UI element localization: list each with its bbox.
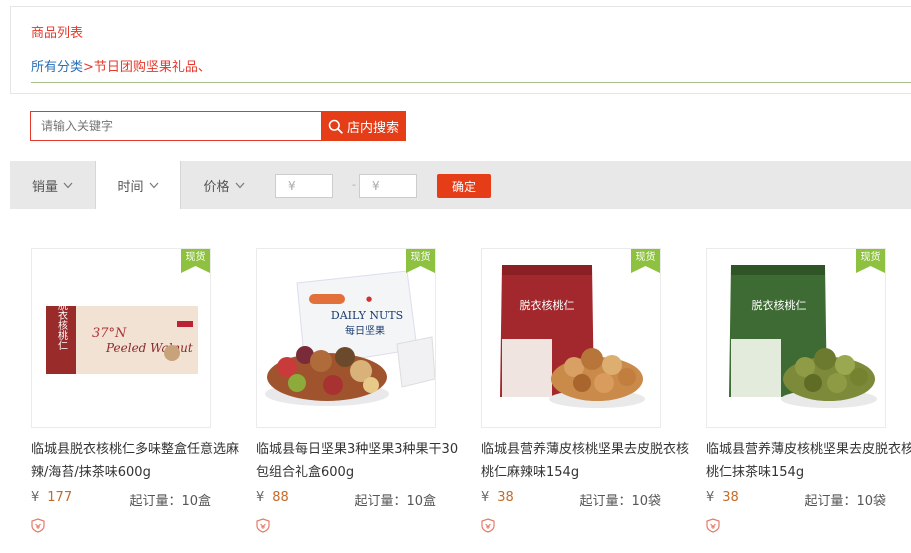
daily-nuts-illustration: ● DAILY NUTS 每日坚果 xyxy=(265,270,435,406)
svg-text:现货: 现货 xyxy=(861,250,881,263)
max-price-input[interactable]: ¥ xyxy=(359,174,417,198)
shield-icon xyxy=(31,518,45,533)
page-header: 商品列表 所有分类>节日团购坚果礼品、 xyxy=(10,6,911,94)
product-card[interactable]: 脱衣核桃仁 现货 临城县营养薄皮核桃坚果去皮脱衣核桃仁抹茶味154g ¥38 起… xyxy=(706,248,911,537)
breadcrumb-all-categories[interactable]: 所有分类 xyxy=(31,60,83,75)
product-name[interactable]: 临城县营养薄皮核桃坚果去皮脱衣核桃仁麻辣味154g xyxy=(481,438,691,484)
box-text-cn: 每日坚果 xyxy=(345,324,385,337)
breadcrumb-current-category[interactable]: 节日团购坚果礼品、 xyxy=(94,60,211,75)
min-price-input[interactable]: ¥ xyxy=(275,174,333,198)
in-stock-badge: 现货 xyxy=(181,249,210,273)
bag-text-cn: 脱衣核桃仁 xyxy=(752,298,807,312)
chevron-down-icon xyxy=(235,182,244,188)
box-text-latitude: 37°N xyxy=(92,326,127,341)
price-confirm-button[interactable]: 确定 xyxy=(437,174,491,198)
divider xyxy=(31,82,911,83)
shield-icon xyxy=(481,518,495,533)
minimum-order-quantity: 起订量：10袋 xyxy=(579,494,661,509)
box-text-cn: 脱衣核桃仁 xyxy=(56,299,68,350)
product-image[interactable]: 脱衣核桃仁 现货 xyxy=(706,248,886,428)
max-price-placeholder: ¥ xyxy=(372,179,380,193)
product-name[interactable]: 临城县脱衣核桃仁多味整盒任意选麻辣/海苔/抹茶味600g xyxy=(31,438,241,484)
product-image[interactable]: ● DAILY NUTS 每日坚果 现货 xyxy=(256,248,436,428)
walnut-bag-green-illustration: 脱衣核桃仁 xyxy=(729,265,877,408)
bag-text-cn: 脱衣核桃仁 xyxy=(520,298,575,312)
product-meta: ¥38 起订量：10袋 xyxy=(706,490,886,509)
sort-by-time[interactable]: 时间 xyxy=(95,161,181,209)
sort-time-label: 时间 xyxy=(117,179,144,195)
product-price: ¥38 xyxy=(481,490,514,505)
search-input[interactable] xyxy=(30,111,322,141)
walnut-box-illustration: 脱衣核桃仁 37°N Peeled Walnut xyxy=(46,299,198,374)
svg-text:现货: 现货 xyxy=(186,250,206,263)
svg-text:现货: 现货 xyxy=(636,250,656,263)
product-meta: ¥177 起订量：10盒 xyxy=(31,490,211,509)
product-name[interactable]: 临城县每日坚果3种坚果3种果干30包组合礼盒600g xyxy=(256,438,466,484)
walnut-bag-red-illustration: 脱衣核桃仁 xyxy=(500,265,645,408)
sort-by-price[interactable]: 价格 xyxy=(181,161,267,209)
min-price-placeholder: ¥ xyxy=(288,179,296,193)
in-stock-badge: 现货 xyxy=(856,249,885,273)
chevron-down-icon xyxy=(149,182,158,188)
shield-icon xyxy=(706,518,720,533)
minimum-order-quantity: 起订量：10袋 xyxy=(804,494,886,509)
shield-icon xyxy=(256,518,270,533)
sort-sales-label: 销量 xyxy=(31,179,58,195)
product-image[interactable]: 脱衣核桃仁 现货 xyxy=(481,248,661,428)
product-meta: ¥38 起订量：10袋 xyxy=(481,490,661,509)
product-image[interactable]: 脱衣核桃仁 37°N Peeled Walnut 现货 xyxy=(31,248,211,428)
minimum-order-quantity: 起订量：10盒 xyxy=(354,494,436,509)
product-meta: ¥88 起订量：10盒 xyxy=(256,490,436,509)
product-name[interactable]: 临城县营养薄皮核桃坚果去皮脱衣核桃仁抹茶味154g xyxy=(706,438,911,484)
price-range-dash: - xyxy=(352,178,356,191)
filter-bar: 销量 时间 价格 ¥ - ¥ 确定 xyxy=(10,161,911,209)
search-icon xyxy=(328,119,343,134)
product-price: ¥177 xyxy=(31,490,73,505)
svg-text:现货: 现货 xyxy=(411,250,431,263)
box-text-en: DAILY NUTS xyxy=(331,309,403,322)
product-card[interactable]: 脱衣核桃仁 37°N Peeled Walnut 现货 临城县脱衣核桃仁多味整盒… xyxy=(31,248,241,537)
chevron-down-icon xyxy=(63,182,73,188)
in-stock-badge: 现货 xyxy=(631,249,660,273)
store-search-button[interactable]: 店内搜索 xyxy=(321,111,406,141)
product-card[interactable]: ● DAILY NUTS 每日坚果 现货 临城县每日坚果3种坚果3种果干30包组… xyxy=(256,248,466,537)
sort-by-sales[interactable]: 销量 xyxy=(10,161,95,209)
product-card[interactable]: 脱衣核桃仁 现货 临城县营养薄皮核桃坚果去皮脱衣核桃仁麻辣味154g ¥38 起… xyxy=(481,248,691,537)
search-button-label: 店内搜索 xyxy=(346,119,399,135)
in-stock-badge: 现货 xyxy=(406,249,435,273)
product-price: ¥38 xyxy=(706,490,739,505)
sort-price-label: 价格 xyxy=(203,179,230,195)
breadcrumb: 所有分类>节日团购坚果礼品、 xyxy=(31,56,211,75)
product-price: ¥88 xyxy=(256,490,289,505)
svg-text:●: ● xyxy=(366,295,372,303)
page-title: 商品列表 xyxy=(31,26,84,41)
minimum-order-quantity: 起订量：10盒 xyxy=(129,494,211,509)
breadcrumb-separator: > xyxy=(83,60,94,75)
